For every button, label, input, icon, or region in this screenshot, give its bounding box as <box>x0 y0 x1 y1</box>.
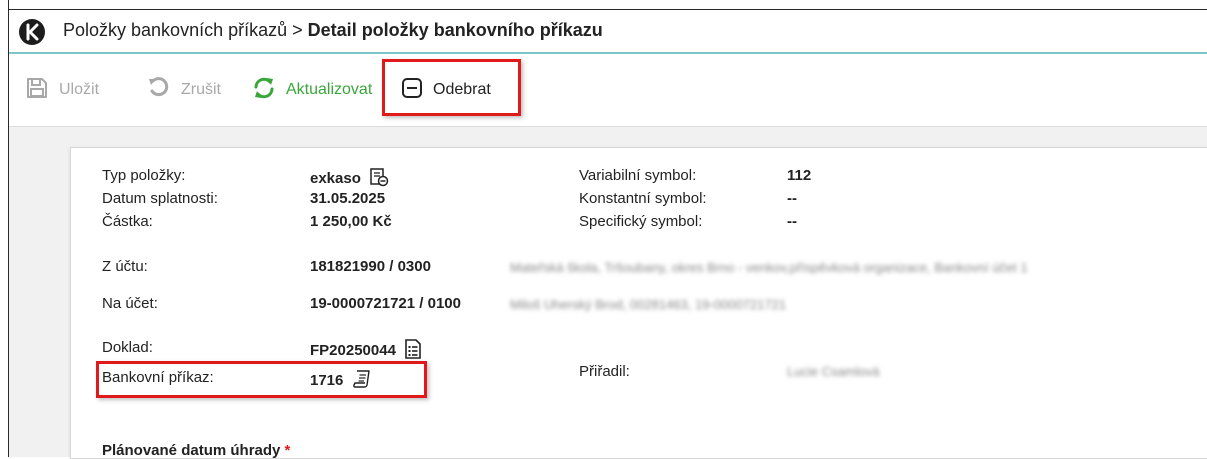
to-account-name: Miloš Uherský Brod, 00281463, 19-0000721… <box>510 297 787 312</box>
highlight-bank-order <box>96 361 427 398</box>
type-label: Typ položky: <box>102 167 186 184</box>
to-account-label: Na účet: <box>102 295 158 312</box>
amount-label: Částka: <box>102 213 153 230</box>
specific-symbol-label: Specifický symbol: <box>579 213 703 230</box>
breadcrumb-current: Detail položky bankovního příkazu <box>307 20 603 40</box>
highlight-remove-button <box>382 59 521 116</box>
variable-symbol-value: 112 <box>787 167 812 184</box>
document-value-wrap: FP20250044 <box>310 339 422 363</box>
refresh-label: Aktualizovat <box>286 81 373 98</box>
document-value[interactable]: FP20250044 <box>310 342 396 359</box>
refresh-button[interactable]: Aktualizovat <box>252 74 372 106</box>
due-date-value: 31.05.2025 <box>310 190 386 207</box>
planned-date-label-wrap: Plánované datum úhrady * <box>102 442 290 459</box>
assigned-by-label: Přiřadil: <box>579 363 630 380</box>
constant-symbol-value: -- <box>787 190 797 207</box>
from-account-value: 181821990 / 0300 <box>310 258 431 275</box>
save-button[interactable]: Uložit <box>25 74 99 106</box>
specific-symbol-value: -- <box>787 213 797 230</box>
planned-date-label: Plánované datum úhrady <box>102 442 281 459</box>
to-account-value: 19-0000721721 / 0100 <box>310 295 461 312</box>
save-label: Uložit <box>59 81 100 98</box>
toolbar: Uložit Zrušit Aktualizovat Odebrat <box>9 54 1207 127</box>
due-date-label: Datum splatnosti: <box>102 190 218 207</box>
amount-value: 1 250,00 Kč <box>310 213 392 230</box>
type-value: exkaso <box>310 169 361 187</box>
document-label: Doklad: <box>102 339 153 356</box>
constant-symbol-label: Konstantní symbol: <box>579 190 707 207</box>
type-value-wrap: exkaso <box>310 167 389 191</box>
variable-symbol-label: Variabilní symbol: <box>579 167 697 184</box>
breadcrumb-parent-link[interactable]: Položky bankovních příkazů <box>63 20 287 40</box>
from-account-label: Z účtu: <box>102 258 148 275</box>
document-minus-icon[interactable] <box>369 167 389 191</box>
cancel-button[interactable]: Zrušit <box>147 74 221 106</box>
app-logo-icon[interactable] <box>19 19 45 45</box>
undo-icon <box>147 76 171 105</box>
cancel-label: Zrušit <box>181 81 221 98</box>
floppy-disk-icon <box>25 76 49 105</box>
assigned-by-value: Lucie Csamlová <box>787 364 880 379</box>
breadcrumb: Položky bankovních příkazů > Detail polo… <box>63 20 603 41</box>
from-account-name: Mateřská škola, Tršoubany, okres Brno - … <box>510 260 1028 275</box>
required-mark: * <box>284 442 291 459</box>
refresh-icon <box>252 76 276 105</box>
page-header: Položky bankovních příkazů > Detail polo… <box>9 10 1207 54</box>
document-list-icon[interactable] <box>404 339 422 363</box>
breadcrumb-separator: > <box>292 20 303 40</box>
